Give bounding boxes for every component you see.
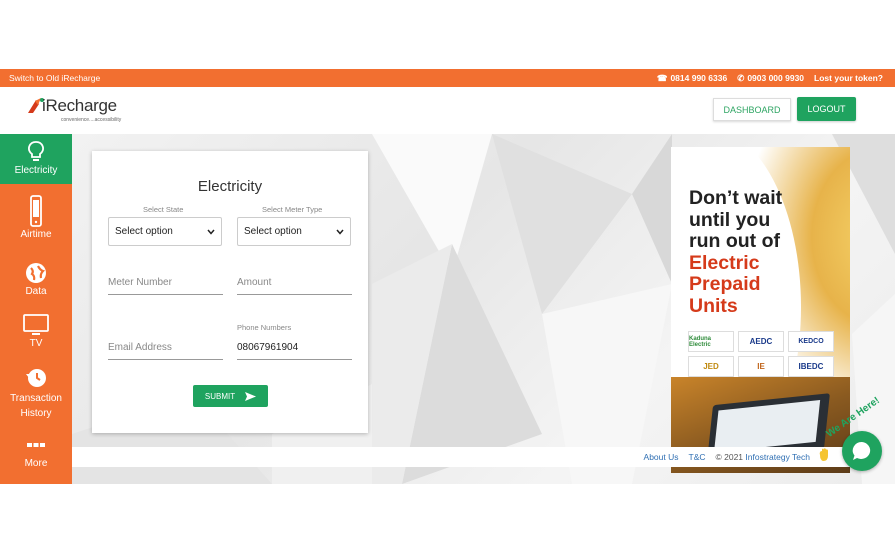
- meter-number-input[interactable]: Meter Number: [108, 273, 223, 295]
- disco-logo: KEDCO: [788, 331, 834, 352]
- whatsapp-icon: ✆: [737, 72, 745, 83]
- sidebar-item-electricity[interactable]: Electricity: [0, 134, 72, 184]
- waving-hand-icon: [817, 447, 832, 462]
- chat-button[interactable]: [842, 431, 882, 471]
- ad-line-2: until you: [689, 208, 771, 231]
- footer: About Us T&C © 2021 Infostrategy Tech: [72, 447, 850, 467]
- disco-logo: Kaduna Electric: [688, 331, 734, 352]
- sidebar-item-label: Airtime: [20, 229, 52, 240]
- phone-2[interactable]: ✆ 0903 000 9930: [737, 73, 804, 84]
- about-us-link[interactable]: About Us: [644, 452, 679, 462]
- sidebar-item-label: Electricity: [14, 165, 58, 176]
- advert-banner[interactable]: Don’t wait until you run out of Electric…: [671, 147, 850, 473]
- disco-logo: JED: [688, 356, 734, 377]
- mobile-phone-icon: [30, 195, 42, 227]
- meter-type-select-value: Select option: [244, 226, 302, 237]
- logo-tagline: convenience....accessibility: [61, 117, 122, 123]
- phone-icon: ☎: [656, 72, 668, 83]
- sidebar-item-label: Transaction History: [10, 393, 62, 419]
- phone-input[interactable]: 08067961904: [237, 338, 352, 360]
- more-dots-icon: [27, 443, 45, 447]
- sidebar-item-label: Data: [25, 286, 47, 297]
- select-meter-type-label: Select Meter Type: [262, 205, 323, 214]
- logo-text: iRecharge: [42, 96, 117, 115]
- page: Switch to Old iRecharge ☎ 0814 990 6336 …: [0, 0, 895, 552]
- contact-area: ☎ 0814 990 6336 ✆ 0903 000 9930 Lost you…: [657, 73, 883, 84]
- ad-line-6: Units: [689, 294, 738, 317]
- ad-line-3: run out of: [689, 230, 780, 252]
- phone-1[interactable]: ☎ 0814 990 6336: [657, 73, 727, 84]
- ad-line-4: Electric: [689, 251, 760, 274]
- disco-logos: Kaduna Electric AEDC KEDCO JED IE IBEDC: [688, 331, 834, 377]
- dashboard-button[interactable]: DASHBOARD: [713, 98, 791, 121]
- switch-old-link[interactable]: Switch to Old iRecharge: [9, 73, 100, 83]
- sidebar: Electricity Airtime Data TV Transaction …: [0, 134, 72, 484]
- meter-type-select[interactable]: Select option: [237, 217, 351, 246]
- phone-2-text: 0903 000 9930: [747, 73, 805, 83]
- state-select[interactable]: Select option: [108, 217, 222, 246]
- phone-1-text: 0814 990 6336: [670, 73, 728, 83]
- chevron-down-icon: [336, 229, 344, 235]
- ad-line-5: Prepaid: [689, 273, 761, 295]
- amount-input[interactable]: Amount: [237, 273, 352, 295]
- history-icon: [26, 369, 46, 387]
- logout-button[interactable]: LOGOUT: [797, 97, 856, 121]
- top-bar: Switch to Old iRecharge ☎ 0814 990 6336 …: [0, 69, 895, 87]
- logo[interactable]: iRecharge convenience....accessibility: [26, 95, 126, 127]
- tv-icon: [23, 314, 49, 335]
- chat-bubble-icon: [852, 441, 871, 460]
- ad-line-1: Don’t wait: [689, 187, 783, 209]
- sidebar-item-more[interactable]: More: [0, 438, 72, 478]
- electricity-form-card: Electricity Select State Select option S…: [92, 151, 368, 433]
- ad-headline: Don’t wait until you run out of Electric…: [689, 187, 783, 317]
- disco-logo: IE: [738, 356, 784, 377]
- submit-label: SUBMIT: [204, 391, 236, 401]
- lightbulb-icon: [28, 141, 44, 161]
- ad-phone-screen-content: [714, 400, 821, 453]
- globe-icon: [26, 263, 46, 283]
- disco-logo: AEDC: [738, 331, 784, 352]
- email-input[interactable]: Email Address: [108, 338, 223, 360]
- sidebar-item-airtime[interactable]: Airtime: [0, 195, 72, 247]
- sidebar-item-label: More: [24, 458, 48, 469]
- sidebar-item-label: TV: [29, 338, 43, 349]
- chevron-down-icon: [207, 229, 215, 235]
- company-link[interactable]: Infostrategy Tech: [745, 452, 810, 462]
- sidebar-item-transaction-history[interactable]: Transaction History: [0, 367, 72, 422]
- submit-button[interactable]: SUBMIT: [193, 385, 268, 407]
- phone-numbers-label: Phone Numbers: [237, 323, 292, 332]
- copyright-text: © 2021 Infostrategy Tech: [716, 452, 811, 462]
- copyright-year: © 2021: [715, 452, 744, 462]
- lost-token-link[interactable]: Lost your token?: [814, 73, 883, 83]
- select-state-label: Select State: [143, 205, 184, 214]
- form-title: Electricity: [197, 178, 263, 195]
- state-select-value: Select option: [115, 226, 173, 237]
- sidebar-item-tv[interactable]: TV: [0, 314, 72, 354]
- tc-link[interactable]: T&C: [689, 452, 706, 462]
- header: iRecharge convenience....accessibility D…: [0, 87, 895, 134]
- disco-logo: IBEDC: [788, 356, 834, 377]
- send-icon: [245, 391, 257, 401]
- sidebar-item-data[interactable]: Data: [0, 262, 72, 302]
